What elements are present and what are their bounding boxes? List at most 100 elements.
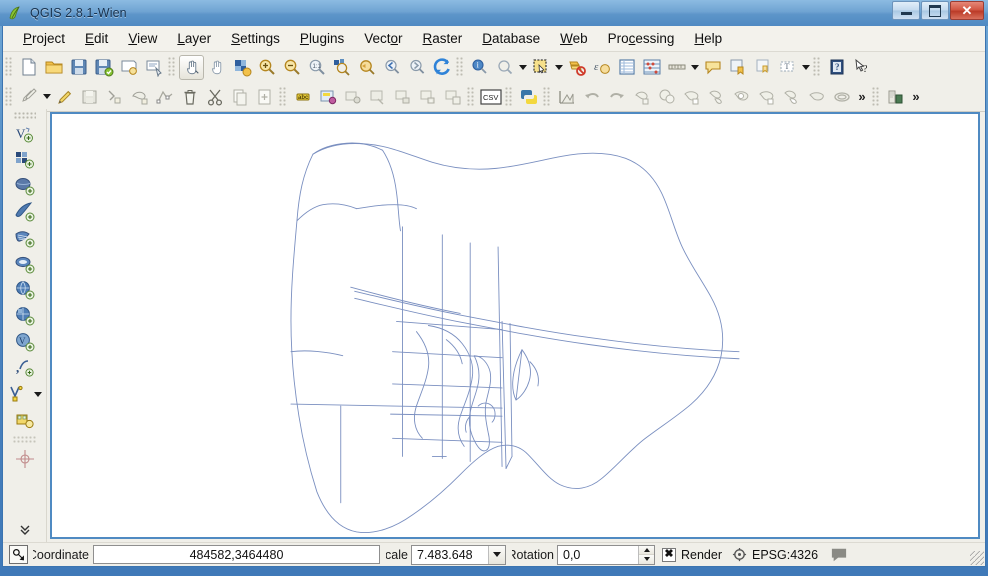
attribute-table-icon[interactable]	[614, 55, 639, 80]
node-tool-icon[interactable]	[152, 84, 177, 109]
menu-help[interactable]: Help	[684, 29, 732, 48]
layer-labeling-icon[interactable]	[883, 84, 908, 109]
rotation-spinbox[interactable]: 0,0	[557, 544, 655, 565]
zoom-layer-icon[interactable]	[354, 55, 379, 80]
menu-raster[interactable]: Raster	[413, 29, 473, 48]
delete-selected-icon[interactable]	[177, 84, 202, 109]
chevron-down-icon[interactable]	[488, 545, 505, 564]
toolbar-grip[interactable]	[505, 86, 513, 107]
annotation-dropdown-caret[interactable]	[800, 55, 811, 80]
undo-icon[interactable]	[579, 84, 604, 109]
toolbar-overflow-icon[interactable]: »	[908, 84, 924, 109]
help-contents-icon[interactable]: ?	[824, 55, 849, 80]
zoom-next-icon[interactable]	[404, 55, 429, 80]
ofgt-icon[interactable]	[315, 84, 340, 109]
fill-ring-icon[interactable]	[729, 84, 754, 109]
new-project-icon[interactable]	[16, 55, 41, 80]
field-calculator-icon[interactable]: ε	[589, 55, 614, 80]
georeferencer-icon[interactable]	[12, 446, 38, 472]
reshape-features-icon[interactable]	[804, 84, 829, 109]
menu-project[interactable]: Project	[13, 29, 75, 48]
open-project-icon[interactable]	[41, 55, 66, 80]
menu-view[interactable]: View	[118, 29, 167, 48]
move-feature-icon[interactable]	[127, 84, 152, 109]
menu-database[interactable]: Database	[472, 29, 550, 48]
whats-this-icon[interactable]: ?	[849, 55, 874, 80]
toolbar-grip[interactable]	[5, 86, 13, 107]
messages-log-button[interactable]	[830, 547, 848, 563]
add-feature-icon[interactable]	[102, 84, 127, 109]
toolbar-overflow-icon[interactable]	[12, 517, 38, 543]
zoom-out-icon[interactable]	[279, 55, 304, 80]
add-wfs-layer-icon[interactable]: V	[12, 329, 38, 355]
zoom-full-icon[interactable]	[229, 55, 254, 80]
show-bookmarks-icon[interactable]	[750, 55, 775, 80]
pan-to-selection-icon[interactable]	[204, 55, 229, 80]
add-spatialite-layer-icon[interactable]	[12, 199, 38, 225]
map-tips-icon[interactable]	[700, 55, 725, 80]
map-canvas[interactable]	[50, 112, 980, 539]
save-project-as-icon[interactable]	[91, 55, 116, 80]
new-print-composer-icon[interactable]	[116, 55, 141, 80]
mmqgis-csv-icon[interactable]: CSV	[478, 84, 503, 109]
current-edits-dropdown-caret[interactable]	[41, 84, 52, 109]
menu-edit[interactable]: Edit	[75, 29, 118, 48]
coordinate-display[interactable]: 484582,3464480	[93, 545, 380, 564]
current-edits-icon[interactable]	[16, 84, 41, 109]
stepper-down-icon[interactable]	[639, 555, 654, 564]
measure-dropdown-caret[interactable]	[689, 55, 700, 80]
zoom-last-icon[interactable]	[379, 55, 404, 80]
crs-status[interactable]: EPSG:4326	[732, 547, 818, 562]
add-raster-layer-icon[interactable]	[12, 147, 38, 173]
refresh-icon[interactable]	[429, 55, 454, 80]
close-button[interactable]: ✕	[950, 1, 984, 20]
toolbar-grip[interactable]	[543, 86, 551, 107]
toolbar-grip[interactable]	[456, 57, 464, 77]
add-ring-icon[interactable]	[679, 84, 704, 109]
statistical-summary-icon[interactable]	[639, 55, 664, 80]
add-vector-layer-icon[interactable]: V	[12, 121, 38, 147]
add-part-icon[interactable]	[704, 84, 729, 109]
select-by-expression-icon[interactable]	[528, 55, 553, 80]
redo-icon[interactable]	[604, 84, 629, 109]
render-checkbox[interactable]: ✖ Render	[662, 547, 722, 562]
cut-features-icon[interactable]	[202, 84, 227, 109]
toolbar-overflow-icon[interactable]: »	[854, 84, 870, 109]
select-features-icon[interactable]	[492, 55, 517, 80]
python-console-icon[interactable]	[516, 84, 541, 109]
raster-tool-icon[interactable]	[390, 84, 415, 109]
menu-web[interactable]: Web	[550, 29, 598, 48]
openlayers-overview-icon[interactable]	[365, 84, 390, 109]
toolbar-grip[interactable]	[5, 57, 13, 77]
menu-processing[interactable]: Processing	[598, 29, 685, 48]
stepper-up-icon[interactable]	[639, 545, 654, 555]
menu-layer[interactable]: Layer	[167, 29, 221, 48]
menu-settings[interactable]: Settings	[221, 29, 290, 48]
zoom-native-icon[interactable]: 1:1	[304, 55, 329, 80]
menu-plugins[interactable]: Plugins	[290, 29, 354, 48]
paste-features-icon[interactable]	[252, 84, 277, 109]
new-layer-dropdown-caret[interactable]	[32, 382, 43, 407]
delete-ring-icon[interactable]	[754, 84, 779, 109]
add-wms-layer-icon[interactable]	[12, 277, 38, 303]
minimize-button[interactable]	[892, 1, 920, 20]
deselect-features-icon[interactable]	[564, 55, 589, 80]
copy-features-icon[interactable]	[227, 84, 252, 109]
identify-features-icon[interactable]: i	[467, 55, 492, 80]
measure-line-icon[interactable]	[664, 55, 689, 80]
pan-map-icon[interactable]	[179, 54, 204, 80]
toolbar-grip[interactable]	[168, 57, 176, 77]
menu-vector[interactable]: Vector	[354, 29, 412, 48]
db-manager-icon[interactable]: abc	[290, 84, 315, 109]
toolbar-grip[interactable]	[813, 57, 821, 77]
toolbar-grip[interactable]	[872, 86, 880, 107]
new-shapefile-layer-icon[interactable]	[6, 381, 32, 407]
add-postgis-layer-icon[interactable]	[12, 173, 38, 199]
zoom-selection-icon[interactable]	[329, 55, 354, 80]
save-project-icon[interactable]	[66, 55, 91, 80]
maximize-button[interactable]	[921, 1, 949, 20]
toolbar-grip[interactable]	[13, 112, 36, 119]
add-wcs-layer-icon[interactable]	[12, 303, 38, 329]
openlayers-icon[interactable]	[340, 84, 365, 109]
toolbar-grip[interactable]	[279, 86, 287, 107]
